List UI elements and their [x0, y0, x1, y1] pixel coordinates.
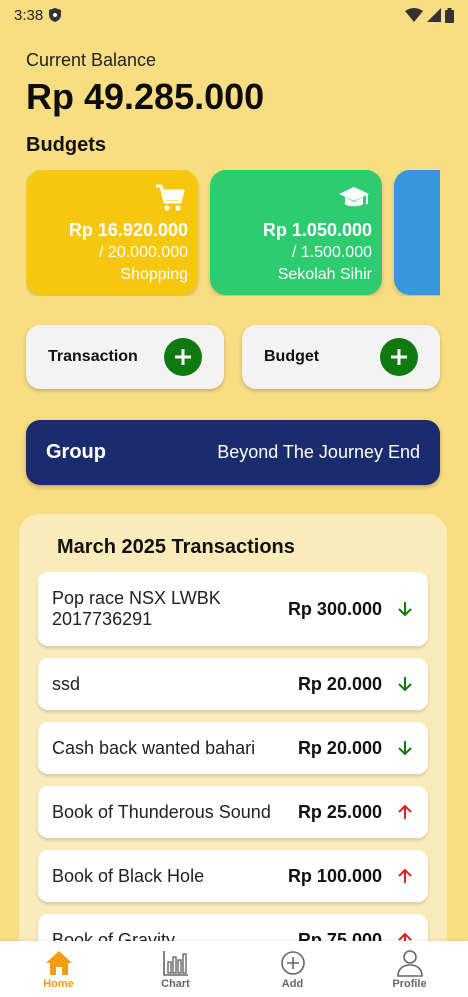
transaction-amount: Rp 20.000: [297, 673, 382, 694]
transaction-amount: Rp 25.000: [297, 801, 382, 822]
signal-icon: [427, 8, 441, 22]
budget-name: Sekolah Sihir: [277, 266, 372, 283]
arrow-up-icon: [398, 804, 412, 819]
transaction-amount: Rp 100.000: [287, 865, 382, 886]
transaction-desc: Cash back wanted bahari: [52, 737, 256, 758]
add-budget-button[interactable]: Budget: [242, 325, 440, 389]
arrow-up-icon: [398, 868, 412, 883]
group-label: Group: [46, 441, 106, 463]
nav-home[interactable]: Home: [0, 941, 117, 997]
transactions-panel[interactable]: March 2025 Transactions Pop race NSX LWB…: [19, 514, 447, 944]
add-circle-icon: [280, 951, 305, 975]
balance-value: Rp 49.285.000: [26, 76, 265, 117]
transaction-desc: Pop race NSX LWBK 2017736291: [52, 588, 221, 629]
transaction-row[interactable]: Book of Gravity Rp 75.000: [38, 914, 428, 944]
transaction-desc: Book of Black Hole: [52, 865, 205, 886]
transactions-title: March 2025 Transactions: [57, 536, 295, 558]
arrow-down-icon: [398, 602, 412, 617]
transaction-amount: Rp 20.000: [297, 737, 382, 758]
budget-carousel[interactable]: Rp 16.920.000 / 20.000.000 Shopping Rp 1…: [26, 170, 440, 296]
bar-chart-icon: [162, 951, 188, 976]
bottom-nav: Home Chart Add Profile: [0, 941, 468, 997]
nav-profile[interactable]: Profile: [351, 941, 468, 997]
budget-card-sekolah-sihir[interactable]: Rp 1.050.000 / 1.500.000 Sekolah Sihir: [210, 170, 382, 295]
shield-icon: [49, 8, 62, 22]
transaction-row[interactable]: Cash back wanted bahari Rp 20.000: [38, 722, 428, 774]
budget-card-shopping[interactable]: Rp 16.920.000 / 20.000.000 Shopping: [26, 170, 198, 295]
budget-card-partial[interactable]: [394, 170, 440, 295]
status-bar: 3:38: [0, 0, 468, 30]
wifi-icon: [405, 8, 423, 22]
budget-name: Shopping: [120, 266, 188, 283]
budget-amount: Rp 16.920.000: [68, 220, 188, 240]
group-bar[interactable]: Group Beyond The Journey End: [26, 420, 440, 485]
add-transaction-label: Transaction: [48, 348, 138, 365]
nav-chart-label: Chart: [161, 978, 190, 990]
budget-limit: / 20.000.000: [99, 244, 188, 261]
add-transaction-button[interactable]: Transaction: [26, 325, 224, 389]
transaction-row[interactable]: Book of Black Hole Rp 100.000: [38, 850, 428, 902]
balance-label: Current Balance: [26, 50, 157, 70]
add-budget-label: Budget: [264, 348, 320, 365]
nav-add[interactable]: Add: [234, 941, 351, 997]
nav-home-label: Home: [43, 978, 74, 990]
arrow-down-icon: [398, 741, 412, 756]
transaction-row[interactable]: ssd Rp 20.000: [38, 658, 428, 710]
plus-icon: [164, 338, 202, 376]
home-icon: [45, 951, 72, 975]
transaction-amount: Rp 300.000: [287, 598, 382, 619]
plus-icon: [380, 338, 418, 376]
graduation-cap-icon: [339, 187, 369, 207]
transaction-row[interactable]: Book of Thunderous Sound Rp 25.000: [38, 786, 428, 838]
transaction-desc: Book of Thunderous Sound: [52, 801, 271, 822]
status-icons: [405, 7, 454, 23]
nav-profile-label: Profile: [392, 978, 427, 990]
budget-limit: / 1.500.000: [291, 244, 372, 261]
transaction-row[interactable]: Pop race NSX LWBK 2017736291 Rp 300.000: [38, 572, 428, 646]
nav-chart[interactable]: Chart: [117, 941, 234, 997]
cart-icon: [156, 184, 185, 211]
group-name: Beyond The Journey End: [217, 442, 420, 462]
person-icon: [396, 950, 423, 977]
arrow-down-icon: [398, 677, 412, 692]
budget-amount: Rp 1.050.000: [262, 220, 372, 240]
transaction-desc: ssd: [52, 673, 81, 694]
status-time: 3:38: [14, 6, 44, 24]
battery-icon: [445, 7, 454, 23]
budgets-title: Budgets: [26, 134, 106, 156]
nav-add-label: Add: [281, 978, 304, 990]
